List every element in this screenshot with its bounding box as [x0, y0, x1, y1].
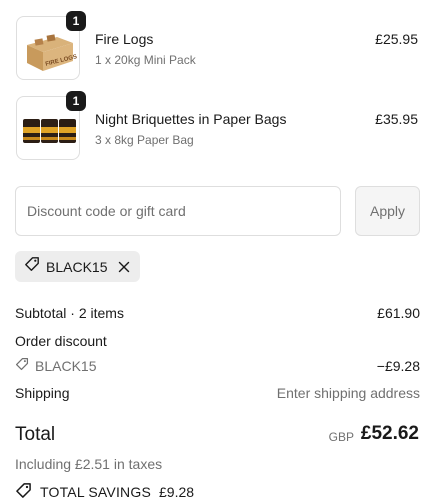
- line-item-fire-logs: FIRE LOGS 1 Fire Logs 1 x 20kg Mini Pack…: [0, 11, 440, 80]
- currency-code: GBP: [328, 430, 354, 444]
- apply-discount-button[interactable]: Apply: [355, 186, 420, 236]
- shipping-value: Enter shipping address: [276, 385, 420, 401]
- discount-code-label: BLACK15: [46, 258, 108, 275]
- tag-icon: [15, 482, 32, 502]
- line-item-night-briquettes: 1 Night Briquettes in Paper Bags 3 x 8kg…: [0, 91, 440, 160]
- discount-value: −£9.28: [376, 357, 420, 374]
- item-title: Fire Logs: [95, 31, 154, 47]
- discount-code-input[interactable]: [15, 186, 341, 236]
- shipping-label: Shipping: [15, 385, 70, 401]
- item-price: £25.95: [375, 31, 418, 47]
- subtotal-value: £61.90: [377, 305, 420, 321]
- item-price: £35.95: [375, 111, 418, 127]
- order-discount-label: Order discount: [15, 333, 107, 349]
- savings-value: £9.28: [159, 484, 195, 500]
- item-variant: 3 x 8kg Paper Bag: [95, 133, 194, 147]
- product-thumbnail: 1: [16, 91, 86, 160]
- tag-icon: [15, 357, 29, 374]
- shipping-row: Shipping Enter shipping address: [15, 385, 420, 401]
- subtotal-row: Subtotal · 2 items £61.90: [15, 305, 420, 321]
- total-label: Total: [15, 424, 56, 445]
- applied-discount-chip: BLACK15: [15, 251, 141, 282]
- quantity-badge: 1: [66, 11, 86, 31]
- tag-icon: [24, 256, 40, 277]
- total-amount: £52.62: [360, 423, 419, 444]
- taxes-note: Including £2.51 in taxes: [15, 456, 163, 472]
- item-title: Night Briquettes in Paper Bags: [95, 111, 287, 127]
- product-thumbnail: FIRE LOGS 1: [16, 11, 86, 80]
- discount-code-row: BLACK15 −£9.28: [15, 357, 420, 374]
- order-discount-row: Order discount: [15, 333, 420, 349]
- discount-code-summary: BLACK15: [15, 357, 96, 374]
- total-savings: TOTAL SAVINGS £9.28: [15, 482, 194, 502]
- close-icon[interactable]: [117, 260, 131, 274]
- savings-label: TOTAL SAVINGS: [40, 484, 151, 500]
- item-variant: 1 x 20kg Mini Pack: [95, 53, 196, 67]
- quantity-badge: 1: [66, 91, 86, 111]
- subtotal-label: Subtotal · 2 items: [15, 305, 124, 321]
- discount-code-text: BLACK15: [35, 357, 97, 374]
